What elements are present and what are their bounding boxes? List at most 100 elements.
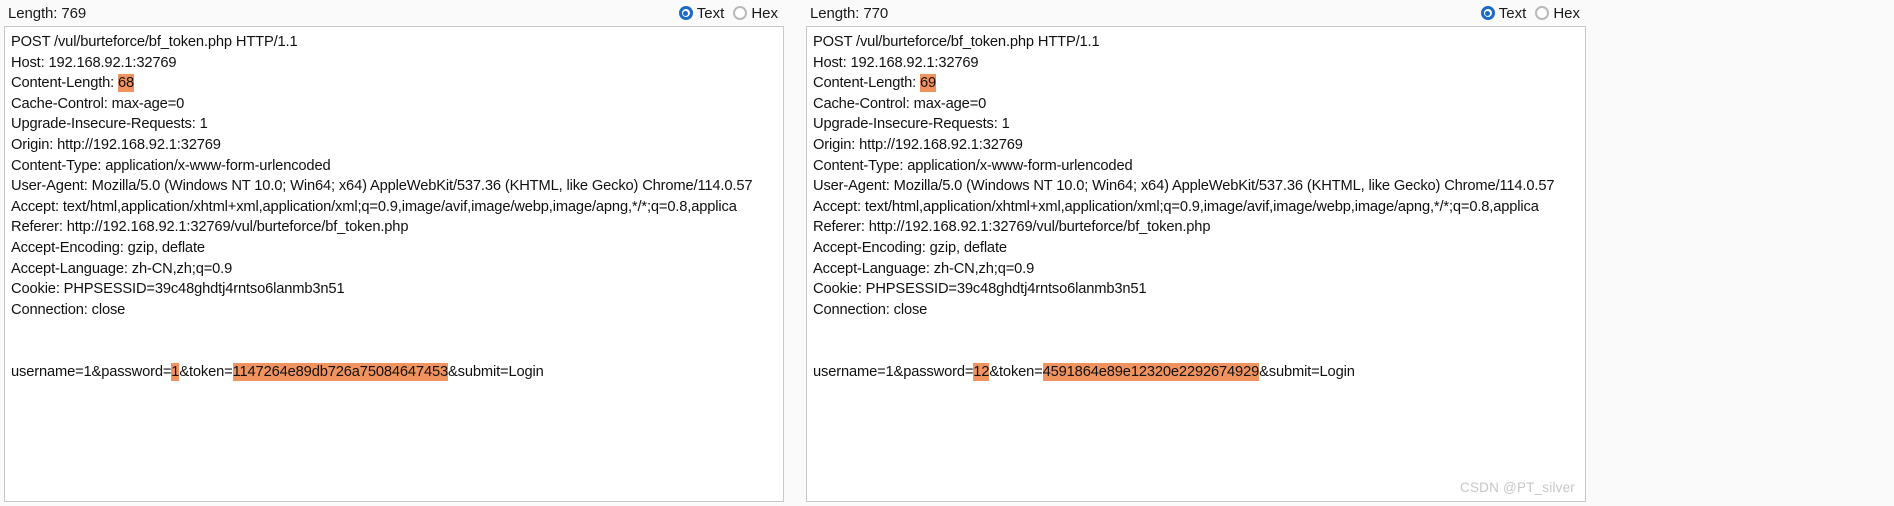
panel-header: Length: 769 Text Hex	[0, 0, 788, 26]
request-text: &submit=Login	[1259, 363, 1355, 380]
request-text: Referer: http://192.168.92.1:32769/vul/b…	[11, 219, 409, 236]
request-line: Host: 192.168.92.1:32769	[813, 53, 1585, 74]
request-text: username=1&password=	[813, 363, 974, 380]
request-text: Accept-Encoding: gzip, deflate	[11, 239, 205, 256]
radio-label: Text	[696, 4, 725, 22]
request-body-viewer[interactable]: POST /vul/burteforce/bf_token.php HTTP/1…	[4, 26, 784, 502]
request-line: Accept-Encoding: gzip, deflate	[11, 238, 783, 259]
request-line: POST /vul/burteforce/bf_token.php HTTP/1…	[813, 32, 1585, 53]
radio-text[interactable]: Text	[678, 4, 725, 22]
request-line: username=1&password=12&token=4591864e89e…	[813, 362, 1585, 383]
radio-unselected-icon[interactable]	[733, 6, 748, 20]
request-text: Content-Type: application/x-www-form-url…	[813, 157, 1133, 174]
raw-request-text[interactable]: POST /vul/burteforce/bf_token.php HTTP/1…	[5, 27, 783, 382]
request-text: Cache-Control: max-age=0	[813, 95, 987, 112]
radio-label: Hex	[751, 4, 778, 22]
request-line: Content-Type: application/x-www-form-url…	[813, 156, 1585, 177]
request-text: Host: 192.168.92.1:32769	[813, 54, 979, 71]
request-line: User-Agent: Mozilla/5.0 (Windows NT 10.0…	[11, 176, 783, 197]
view-mode-group: Text Hex	[678, 4, 780, 22]
request-line: Referer: http://192.168.92.1:32769/vul/b…	[11, 217, 783, 238]
radio-hex[interactable]: Hex	[1535, 5, 1580, 22]
length-label: Length: 770	[810, 4, 889, 22]
request-text: Connection: close	[813, 301, 928, 318]
request-text: &submit=Login	[448, 363, 544, 380]
request-line: POST /vul/burteforce/bf_token.php HTTP/1…	[11, 32, 783, 53]
request-line: Connection: close	[813, 300, 1585, 321]
request-text: POST /vul/burteforce/bf_token.php HTTP/1…	[813, 34, 1100, 50]
request-text: Upgrade-Insecure-Requests: 1	[11, 116, 208, 133]
highlighted-diff-text: 12	[973, 362, 990, 381]
view-mode-group: Text Hex	[1480, 4, 1582, 22]
request-text: Origin: http://192.168.92.1:32769	[11, 136, 221, 153]
request-text: Accept: text/html,application/xhtml+xml,…	[813, 198, 1539, 215]
request-text: Upgrade-Insecure-Requests: 1	[813, 116, 1010, 133]
radio-label: Hex	[1553, 4, 1580, 22]
highlighted-diff-text: 68	[118, 74, 135, 93]
request-line: Content-Length: 69	[813, 73, 1585, 94]
request-line: Host: 192.168.92.1:32769	[11, 53, 783, 74]
request-text: User-Agent: Mozilla/5.0 (Windows NT 10.0…	[11, 178, 753, 195]
radio-selected-icon[interactable]	[1480, 6, 1495, 20]
request-text: Content-Length:	[11, 75, 119, 92]
request-text: Origin: http://192.168.92.1:32769	[813, 136, 1023, 153]
request-line: Content-Type: application/x-www-form-url…	[11, 156, 783, 177]
request-line: Accept-Encoding: gzip, deflate	[813, 238, 1585, 259]
request-text: username=1&password=	[11, 363, 172, 380]
highlighted-diff-text: 4591864e89e12320e2292674929	[1042, 362, 1260, 381]
request-text: Connection: close	[11, 301, 126, 318]
request-text: Accept-Language: zh-CN,zh;q=0.9	[11, 260, 233, 277]
highlighted-diff-text: 69	[920, 74, 937, 93]
request-text: Host: 192.168.92.1:32769	[11, 54, 177, 71]
request-line: Cookie: PHPSESSID=39c48ghdtj4rntso6lanmb…	[11, 279, 783, 300]
request-line: Accept-Language: zh-CN,zh;q=0.9	[11, 259, 783, 280]
request-body-viewer[interactable]: POST /vul/burteforce/bf_token.php HTTP/1…	[806, 26, 1586, 502]
request-line: Referer: http://192.168.92.1:32769/vul/b…	[813, 217, 1585, 238]
request-line: Connection: close	[11, 300, 783, 321]
highlighted-diff-text: 1147264e89db726a75084647453	[232, 362, 449, 381]
radio-selected-icon[interactable]	[678, 6, 693, 20]
request-panel-left-request: Length: 769 Text Hex POST /vul/burteforce/b…	[0, 0, 788, 506]
request-line: Origin: http://192.168.92.1:32769	[11, 135, 783, 156]
request-text: Content-Length:	[813, 75, 921, 92]
request-line: username=1&password=1&token=1147264e89db…	[11, 362, 783, 383]
request-comparison-view: Length: 769 Text Hex POST /vul/burteforce/b…	[0, 0, 1894, 506]
radio-hex[interactable]: Hex	[733, 5, 778, 22]
watermark-text: CSDN @PT_silver	[1460, 480, 1575, 495]
request-line: Cookie: PHPSESSID=39c48ghdtj4rntso6lanmb…	[813, 279, 1585, 300]
request-line: Upgrade-Insecure-Requests: 1	[11, 114, 783, 135]
request-line: Accept: text/html,application/xhtml+xml,…	[11, 197, 783, 218]
request-line: Accept-Language: zh-CN,zh;q=0.9	[813, 259, 1585, 280]
request-text: &token=	[989, 363, 1043, 380]
request-text: Accept-Language: zh-CN,zh;q=0.9	[813, 260, 1035, 277]
request-line: User-Agent: Mozilla/5.0 (Windows NT 10.0…	[813, 176, 1585, 197]
request-text: Cookie: PHPSESSID=39c48ghdtj4rntso6lanmb…	[11, 281, 345, 298]
panel-header: Length: 770 Text Hex	[802, 0, 1590, 26]
request-text: User-Agent: Mozilla/5.0 (Windows NT 10.0…	[813, 178, 1555, 195]
radio-unselected-icon[interactable]	[1535, 6, 1550, 20]
request-line: Content-Length: 68	[11, 73, 783, 94]
request-text: &token=	[179, 363, 233, 380]
request-line: Upgrade-Insecure-Requests: 1	[813, 114, 1585, 135]
request-text: POST /vul/burteforce/bf_token.php HTTP/1…	[11, 34, 298, 50]
request-line: Accept: text/html,application/xhtml+xml,…	[813, 197, 1585, 218]
request-panel-right-request: Length: 770 Text Hex POST /vul/burteforce/b…	[802, 0, 1590, 506]
request-text: Cookie: PHPSESSID=39c48ghdtj4rntso6lanmb…	[813, 281, 1147, 298]
panel-divider	[788, 0, 802, 506]
request-text: Accept-Encoding: gzip, deflate	[813, 239, 1007, 256]
request-line: Cache-Control: max-age=0	[11, 94, 783, 115]
length-label: Length: 769	[8, 4, 87, 22]
request-line: Cache-Control: max-age=0	[813, 94, 1585, 115]
raw-request-text[interactable]: POST /vul/burteforce/bf_token.php HTTP/1…	[807, 27, 1585, 382]
request-text: Content-Type: application/x-www-form-url…	[11, 157, 331, 174]
request-text: Cache-Control: max-age=0	[11, 95, 185, 112]
request-line: Origin: http://192.168.92.1:32769	[813, 135, 1585, 156]
request-text: Accept: text/html,application/xhtml+xml,…	[11, 198, 737, 215]
request-text: Referer: http://192.168.92.1:32769/vul/b…	[813, 219, 1211, 236]
radio-text[interactable]: Text	[1480, 4, 1527, 22]
radio-label: Text	[1498, 4, 1527, 22]
